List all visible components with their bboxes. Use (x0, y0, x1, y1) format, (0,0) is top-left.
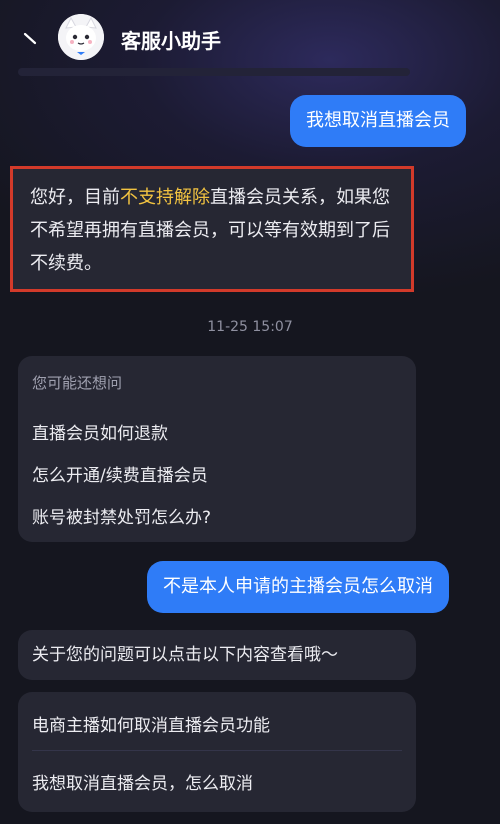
suggestion-card: 您可能还想问 直播会员如何退款 怎么开通/续费直播会员 账号被封禁处罚怎么办? (18, 356, 416, 542)
user-message: 不是本人申请的主播会员怎么取消 (147, 561, 449, 613)
page-title: 客服小助手 (121, 29, 221, 53)
bot-message: 关于您的问题可以点击以下内容查看哦～ (18, 630, 416, 680)
link-item[interactable]: 电商主播如何取消直播会员功能 (32, 711, 270, 736)
suggestion-item[interactable]: 直播会员如何退款 (32, 419, 168, 444)
cat-mascot-icon (58, 14, 104, 60)
link-item[interactable]: 我想取消直播会员，怎么取消 (32, 769, 253, 794)
suggestion-heading: 您可能还想问 (32, 374, 123, 392)
bot-message-text: 您好，目前 (30, 187, 120, 208)
bot-message-highlight: 不支持解除 (120, 187, 210, 208)
avatar[interactable] (58, 14, 104, 60)
bot-message: 您好，目前不支持解除直播会员关系，如果您不希望再拥有直播会员，可以等有效期到了后… (30, 181, 402, 280)
timestamp: 11-25 15:07 (207, 319, 293, 335)
divider (32, 750, 402, 751)
suggestion-item[interactable]: 怎么开通/续费直播会员 (32, 461, 208, 486)
back-arrow-icon[interactable] (22, 30, 38, 46)
highlighted-reply-box: 您好，目前不支持解除直播会员关系，如果您不希望再拥有直播会员，可以等有效期到了后… (10, 166, 414, 292)
user-message: 我想取消直播会员 (290, 95, 466, 147)
header-divider (18, 68, 410, 76)
chat-header: 客服小助手 (0, 0, 500, 80)
link-card: 电商主播如何取消直播会员功能 我想取消直播会员，怎么取消 (18, 692, 416, 812)
suggestion-item[interactable]: 账号被封禁处罚怎么办? (32, 503, 211, 528)
